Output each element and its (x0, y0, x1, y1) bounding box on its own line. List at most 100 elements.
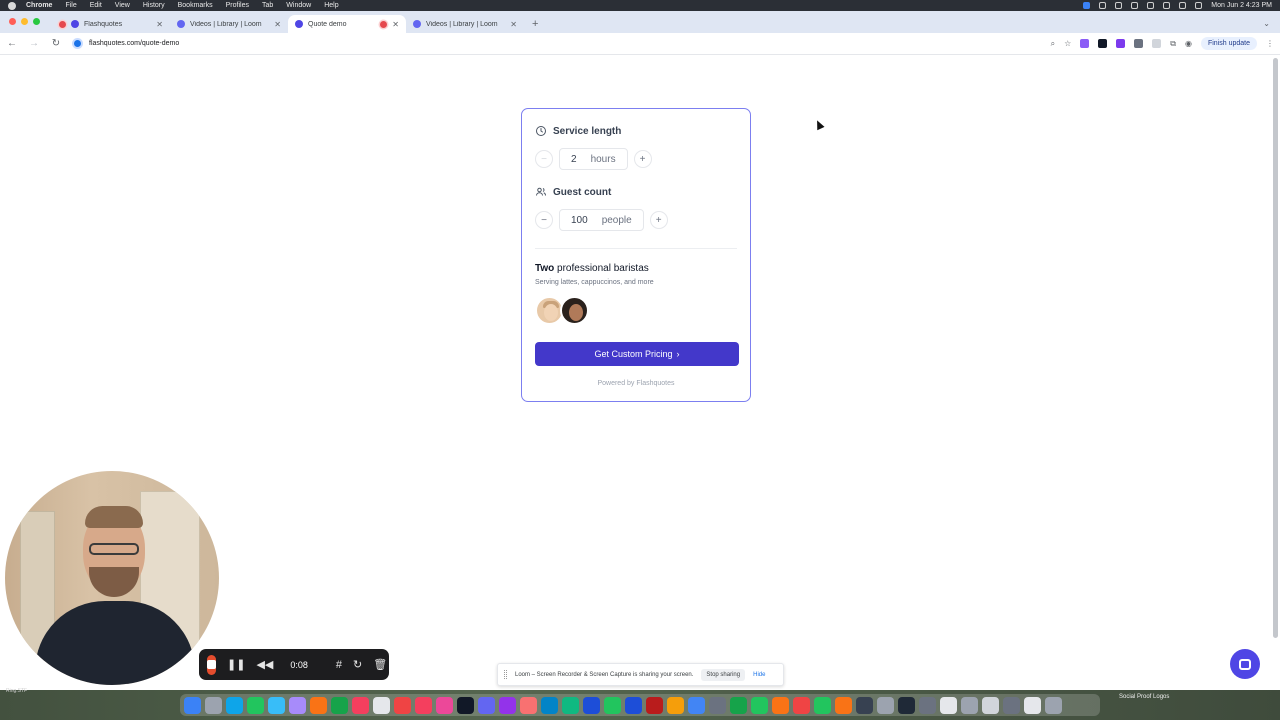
menu-tab[interactable]: Tab (262, 2, 273, 9)
forward-icon[interactable]: → (28, 38, 40, 49)
bookmark-star-icon[interactable]: ☆ (1064, 39, 1071, 48)
chat-launcher-button[interactable] (1230, 649, 1260, 679)
dock-app-icon[interactable] (352, 696, 369, 714)
dock-app-icon[interactable] (604, 696, 621, 714)
dock-folder-label[interactable]: Social Proof Logos (1119, 694, 1169, 700)
dock-app-icon[interactable] (898, 696, 915, 714)
tray-app-icon[interactable] (1131, 2, 1139, 9)
menu-history[interactable]: History (143, 2, 165, 9)
dock-app-icon[interactable] (856, 696, 873, 714)
dock-app-icon[interactable] (289, 696, 306, 714)
guests-field[interactable]: 100 people (559, 209, 644, 231)
close-tab-icon[interactable]: ✕ (274, 20, 281, 29)
stop-sharing-button[interactable]: Stop sharing (701, 668, 746, 681)
restart-icon[interactable]: ↻ (353, 658, 362, 671)
rewind-icon[interactable]: ◀◀ (256, 658, 273, 671)
drag-handle-icon[interactable] (504, 670, 507, 679)
tab-loom-library[interactable]: Videos | Library | Loom ✕ (170, 15, 288, 33)
search-icon[interactable] (1179, 2, 1187, 9)
microphone-icon[interactable] (1134, 39, 1144, 48)
profile-avatar-icon[interactable]: ◉ (1185, 39, 1192, 48)
powered-by-link[interactable]: Powered by Flashquotes (535, 380, 737, 387)
reload-icon[interactable]: ↻ (50, 38, 62, 49)
pause-icon[interactable]: ❚❚ (227, 658, 245, 671)
tray-app-icon[interactable] (1115, 2, 1123, 9)
address-bar[interactable]: flashquotes.com/quote-demo (72, 35, 1041, 53)
finish-update-button[interactable]: Finish update (1200, 37, 1257, 50)
guests-increment-button[interactable]: + (649, 211, 668, 229)
desktop-file-label[interactable]: Ring.STF (6, 688, 27, 694)
dock-app-icon[interactable] (541, 696, 558, 714)
dock-app-icon[interactable] (940, 696, 957, 714)
dock-app-icon[interactable] (877, 696, 894, 714)
dock-app-icon[interactable] (478, 696, 495, 714)
extension-icon[interactable] (1080, 39, 1090, 48)
dock-app-icon[interactable] (1003, 696, 1020, 714)
loom-webcam-bubble[interactable] (5, 471, 219, 685)
dock-app-icon[interactable] (520, 696, 537, 714)
menu-help[interactable]: Help (324, 2, 338, 9)
menu-file[interactable]: File (65, 2, 76, 9)
site-info-icon[interactable] (72, 38, 83, 49)
tab-flashquotes[interactable]: Flashquotes ✕ (52, 15, 170, 33)
guests-decrement-button[interactable]: − (535, 211, 553, 229)
dock-app-icon[interactable] (688, 696, 705, 714)
menu-edit[interactable]: Edit (90, 2, 102, 9)
dock-app-icon[interactable] (1045, 696, 1062, 714)
menu-profiles[interactable]: Profiles (226, 2, 249, 9)
menu-window[interactable]: Window (286, 2, 311, 9)
menu-bar-clock[interactable]: Mon Jun 2 4:23 PM (1211, 2, 1272, 9)
tray-app-icon[interactable] (1147, 2, 1155, 9)
dock-app-icon[interactable] (268, 696, 285, 714)
url-text[interactable]: flashquotes.com/quote-demo (89, 40, 179, 47)
tab-loom-library[interactable]: Videos | Library | Loom ✕ (406, 15, 524, 33)
trash-icon[interactable]: 🗑 (373, 658, 387, 671)
new-tab-icon[interactable]: + (524, 18, 546, 33)
menu-bookmarks[interactable]: Bookmarks (178, 2, 213, 9)
tray-app-icon[interactable] (1099, 2, 1107, 9)
wifi-icon[interactable] (1163, 2, 1171, 9)
dock-app-icon[interactable] (184, 696, 201, 714)
dock-app-icon[interactable] (919, 696, 936, 714)
extensions-puzzle-icon[interactable]: ⧉ (1170, 39, 1176, 49)
menu-app-name[interactable]: Chrome (26, 2, 52, 9)
page-scrollbar[interactable] (1273, 58, 1278, 638)
dock-app-icon[interactable] (562, 696, 579, 714)
dock-app-icon[interactable] (814, 696, 831, 714)
dock-app-icon[interactable] (394, 696, 411, 714)
dock-app-icon[interactable] (751, 696, 768, 714)
dock-app-icon[interactable] (835, 696, 852, 714)
close-tab-icon[interactable]: ✕ (510, 20, 517, 29)
extension-icon[interactable] (1152, 39, 1162, 48)
zoom-icon[interactable]: ⌕ (1051, 39, 1055, 49)
apple-icon[interactable] (8, 1, 16, 10)
extension-icon[interactable] (1116, 39, 1126, 48)
control-center-icon[interactable] (1195, 2, 1203, 9)
dock-app-icon[interactable] (226, 696, 243, 714)
dock-app-icon[interactable] (793, 696, 810, 714)
close-tab-icon[interactable]: ✕ (156, 20, 163, 29)
dock-app-icon[interactable] (982, 696, 999, 714)
dock-app-icon[interactable] (436, 696, 453, 714)
dock-app-icon[interactable] (961, 696, 978, 714)
dock-app-icon[interactable] (331, 696, 348, 714)
screen-share-icon[interactable] (1083, 2, 1091, 9)
back-icon[interactable]: ← (6, 38, 18, 49)
dock-app-icon[interactable] (772, 696, 789, 714)
tab-quote-demo[interactable]: Quote demo ✕ (288, 15, 406, 33)
get-custom-pricing-button[interactable]: Get Custom Pricing › (535, 342, 739, 366)
dock-app-icon[interactable] (247, 696, 264, 714)
close-window-icon[interactable] (9, 18, 16, 25)
maximize-window-icon[interactable] (33, 18, 40, 25)
menu-view[interactable]: View (115, 2, 130, 9)
dock-app-icon[interactable] (667, 696, 684, 714)
dock-app-icon[interactable] (415, 696, 432, 714)
dock-app-icon[interactable] (730, 696, 747, 714)
hours-increment-button[interactable]: + (633, 150, 652, 168)
dock-app-icon[interactable] (583, 696, 600, 714)
hours-decrement-button[interactable]: − (535, 150, 553, 168)
dock-app-icon[interactable] (709, 696, 726, 714)
hide-banner-button[interactable]: Hide (753, 672, 765, 678)
dock-app-icon[interactable] (205, 696, 222, 714)
drawing-tools-icon[interactable]: # (336, 659, 342, 671)
